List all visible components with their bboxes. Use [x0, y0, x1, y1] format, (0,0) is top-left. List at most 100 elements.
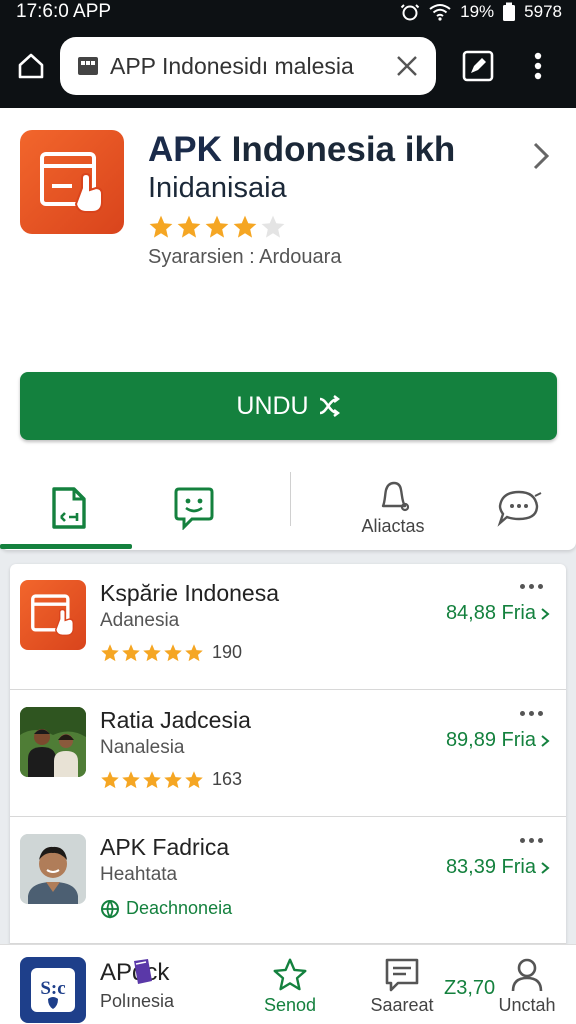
user-icon — [511, 958, 543, 991]
bell-icon — [381, 481, 410, 511]
photo-two-people — [20, 707, 86, 777]
browser-toolbar: APP Indonesidı malesia — [0, 24, 576, 108]
tab-chat[interactable] — [492, 466, 548, 550]
app-window-hand-icon — [40, 152, 103, 213]
alarm-icon — [400, 4, 420, 21]
price-text: 89,89 Fria — [445, 729, 536, 751]
app-header-card: APK Indonesia ikh Inidanisaia Syararsien… — [0, 108, 576, 550]
star-icon — [149, 215, 173, 238]
download-button[interactable]: UNDU — [20, 372, 557, 440]
status-time: 17:6:0 APP — [16, 1, 112, 22]
bottom-app-icon[interactable]: S:c — [20, 957, 86, 1023]
star-icon — [101, 770, 119, 788]
list-item-rating: 190 — [100, 642, 242, 663]
badge-text: Deachnoneia — [126, 898, 233, 918]
star-icon — [185, 770, 203, 788]
sc-shield-icon: S:c — [31, 968, 75, 1012]
app-title: APK Indonesia ikh — [148, 130, 455, 170]
chevron-right-icon — [541, 607, 550, 620]
list-item-rating: 163 — [100, 769, 242, 790]
star-icon — [122, 770, 140, 788]
price-text: 83,39 Fria — [445, 856, 536, 878]
bottom-price: Z3,70 — [444, 977, 496, 999]
close-icon — [397, 56, 417, 76]
list-item-title: Kspărie Indonesa — [100, 580, 280, 606]
globe-icon — [101, 899, 119, 919]
more-options-button[interactable] — [516, 707, 546, 719]
list-item-badge: Deachnoneia — [100, 898, 232, 919]
chevron-right-icon — [533, 142, 550, 170]
tab-files[interactable] — [38, 466, 100, 550]
home-button[interactable] — [6, 24, 56, 108]
list-item-price[interactable]: 89,89 Fria — [446, 729, 550, 752]
site-icon — [78, 57, 98, 75]
list-item-icon — [20, 580, 86, 650]
star-icon — [233, 215, 257, 238]
list-item[interactable]: APK Fadrica Heahtata Deachnoneia 83,39 F… — [10, 818, 566, 944]
star-icon — [143, 643, 161, 661]
app-title-rest: Indonesia ikh — [231, 130, 456, 169]
star-empty-icon — [261, 215, 285, 238]
price-text: 84,88 Fria — [445, 602, 536, 624]
edit-icon — [462, 50, 494, 82]
chevron-right-icon — [541, 861, 550, 874]
list-item[interactable]: Ratia Jadcesia Nanalesia 163 89,89 Fria — [10, 691, 566, 817]
more-vertical-icon — [534, 52, 542, 80]
app-details-button[interactable] — [526, 134, 556, 178]
app-developer: Syararsien : Ardouara — [148, 246, 342, 268]
list-item-subtitle: Nanalesia — [100, 737, 185, 758]
chat-bubble-icon — [497, 490, 542, 527]
message-icon — [385, 958, 419, 991]
star-icon — [185, 643, 203, 661]
app-title-prefix: APK — [148, 130, 222, 169]
book-icon — [134, 959, 152, 984]
chevron-right-icon — [541, 734, 550, 747]
photo-man-smiling — [20, 834, 86, 904]
url-text[interactable]: APP Indonesidı malesia — [110, 53, 392, 80]
battery-percent: 19% — [460, 2, 495, 21]
nav-search-label: Saareat — [370, 994, 434, 1015]
list-item-price[interactable]: 83,39 Fria — [446, 856, 550, 879]
active-tab-indicator — [0, 544, 132, 549]
star-icon — [164, 770, 182, 788]
list-item-title: Ratia Jadcesia — [100, 707, 251, 733]
wifi-icon — [429, 4, 451, 21]
nav-search[interactable]: Saareat — [366, 951, 438, 1021]
list-item-photo — [20, 834, 86, 904]
rating-count: 163 — [212, 769, 243, 789]
shuffle-icon — [319, 395, 340, 417]
extension-button[interactable] — [456, 44, 500, 88]
more-options-button[interactable] — [516, 834, 546, 846]
list-item-title: APK Fadrica — [100, 834, 230, 860]
smiley-chat-icon — [174, 487, 214, 530]
overflow-menu-button[interactable] — [520, 44, 556, 88]
tab-alerts[interactable]: Aliactas — [350, 466, 436, 550]
app-rating — [148, 214, 286, 240]
nav-send-label: Senod — [263, 994, 317, 1015]
list-item[interactable]: Kspărie Indonesa Adanesia 190 84,88 Fria — [10, 564, 566, 690]
star-icon — [164, 643, 182, 661]
nav-profile[interactable]: Unctah — [496, 951, 558, 1021]
more-options-button[interactable] — [516, 580, 546, 592]
bottom-app-subtitle: Polınesia — [100, 991, 175, 1011]
nav-send[interactable]: Senod — [258, 951, 322, 1021]
nav-profile-label: Unctah — [498, 994, 556, 1015]
tab-reviews[interactable] — [162, 466, 226, 550]
clear-url-button[interactable] — [392, 51, 422, 81]
status-icons: 19% 5978 — [400, 2, 562, 22]
star-icon — [101, 643, 119, 661]
svg-text:S:c: S:c — [40, 978, 65, 999]
url-bar[interactable]: APP Indonesidı malesia — [60, 37, 436, 95]
star-icon — [143, 770, 161, 788]
star-icon — [205, 215, 229, 238]
download-label: UNDU — [236, 391, 309, 420]
bottom-navigation: S:c APdck Polınesia Senod Saareat Z3,70 … — [0, 944, 576, 1024]
status-bar: 17:6:0 APP 19% 5978 — [0, 0, 576, 24]
related-apps-list: Kspărie Indonesa Adanesia 190 84,88 Fria — [10, 564, 566, 954]
list-item-price[interactable]: 84,88 Fria — [446, 602, 550, 625]
file-icon — [52, 487, 86, 529]
list-item-photo — [20, 707, 86, 777]
app-window-hand-icon — [31, 594, 74, 636]
star-icon — [122, 643, 140, 661]
list-item-subtitle: Heahtata — [100, 864, 178, 885]
